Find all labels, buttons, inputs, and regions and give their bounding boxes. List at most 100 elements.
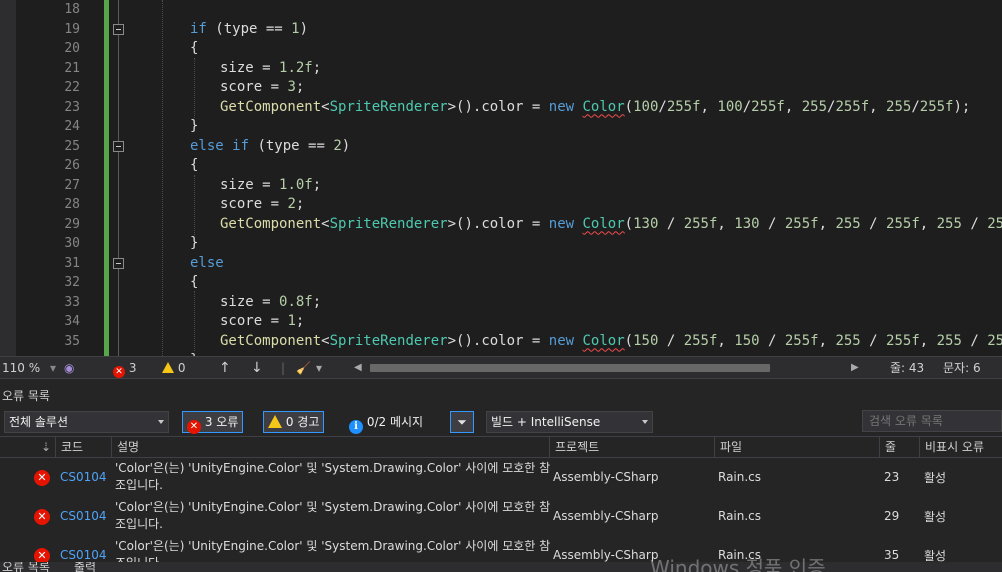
- code-line[interactable]: score = 3;: [220, 78, 304, 97]
- error-suppression-state: 활성: [924, 471, 947, 485]
- column-header-description[interactable]: 설명: [111, 437, 549, 458]
- build-source-dropdown[interactable]: 빌드 + IntelliSense: [486, 411, 653, 433]
- code-token: size =: [220, 176, 280, 193]
- line-number: 30: [64, 236, 80, 251]
- code-token: size =: [220, 293, 280, 310]
- error-row[interactable]: ✕ CS0104 'Color'은(는) 'UnityEngine.Color' 및…: [0, 458, 1002, 497]
- code-line[interactable]: }: [190, 117, 198, 136]
- code-line[interactable]: size = 1.2f;: [220, 59, 321, 78]
- previous-issue-arrow-icon[interactable]: ↑: [219, 357, 231, 379]
- code-token: (: [624, 332, 634, 349]
- error-squiggle-token: Color: [582, 98, 625, 115]
- code-line[interactable]: {: [190, 39, 198, 58]
- sort-column-icon[interactable]: ⇣: [0, 437, 55, 458]
- code-token: ): [299, 20, 309, 37]
- code-cleanup-icon[interactable]: 🧹: [296, 357, 311, 379]
- line-number-gutter: 18 19 20 21 22 23 24 25 26 27 28 29 30 31 32 33 34 35: [16, 0, 82, 356]
- code-token: GetComponent: [220, 332, 322, 349]
- error-count-indicator[interactable]: ✕ 3: [113, 357, 136, 379]
- error-line: 23: [884, 470, 900, 484]
- collapse-toggle-icon[interactable]: [113, 141, 124, 152]
- code-line[interactable]: size = 1.0f;: [220, 176, 321, 195]
- code-token: ,: [818, 215, 836, 232]
- code-token: GetComponent: [220, 98, 322, 115]
- code-line[interactable]: }: [190, 234, 198, 253]
- code-token: >().color =: [447, 98, 549, 115]
- scope-value: 전체 솔루션: [9, 415, 69, 429]
- code-line[interactable]: GetComponent<SpriteRenderer>().color = n…: [220, 332, 1002, 351]
- code-token: ,: [919, 215, 937, 232]
- line-number: 20: [64, 41, 80, 56]
- code-token: ;: [312, 293, 322, 310]
- line-number: 35: [64, 333, 80, 349]
- code-editor[interactable]: 18 19 20 21 22 23 24 25 26 27 28 29 30 31 32 33 34 35 if …: [0, 0, 1002, 356]
- column-header-code[interactable]: 코드: [55, 437, 111, 458]
- error-row[interactable]: ✕ CS0104 'Color'은(는) 'UnityEngine.Color' 및…: [0, 497, 1002, 536]
- code-line[interactable]: if (type == 1): [190, 20, 308, 39]
- code-token: else: [190, 254, 224, 271]
- error-icon: ✕: [34, 470, 50, 486]
- error-code-link[interactable]: CS0104: [60, 548, 107, 562]
- tab-output[interactable]: 출력: [74, 562, 96, 572]
- column-header-line[interactable]: 줄: [879, 437, 919, 458]
- code-token: 255f: [987, 215, 1002, 232]
- error-code-link[interactable]: CS0104: [60, 509, 107, 523]
- collapse-toggle-icon[interactable]: [113, 24, 124, 35]
- column-header-project[interactable]: 프로젝트: [549, 437, 714, 458]
- scroll-left-icon[interactable]: ◀: [354, 357, 362, 379]
- code-text-area[interactable]: if (type == 1){size = 1.2f; score = 3; Get…: [130, 0, 1002, 357]
- code-token: 255: [835, 332, 861, 349]
- code-token: ,: [919, 332, 937, 349]
- code-line[interactable]: score = 1;: [220, 312, 304, 331]
- editor-status-bar: 110 % ▾ ◉ ✕ 3 0 ↑ ↓ | 🧹 ▾ ◀ ▶ 줄: 43 문자: …: [0, 356, 1002, 378]
- code-line[interactable]: else: [190, 254, 224, 273]
- code-line[interactable]: {: [190, 273, 198, 292]
- code-line[interactable]: GetComponent<SpriteRenderer>().color = n…: [220, 215, 1002, 234]
- error-code-link[interactable]: CS0104: [60, 470, 107, 484]
- column-header-suppression[interactable]: 비표시 오류: [919, 437, 1002, 458]
- zoom-level[interactable]: 110 %: [2, 357, 40, 379]
- column-header-file[interactable]: 파일: [714, 437, 879, 458]
- cleanup-dropdown-icon[interactable]: ▾: [316, 357, 322, 379]
- error-row[interactable]: ✕ CS0104 'Color'은(는) 'UnityEngine.Color' 및…: [0, 536, 1002, 562]
- code-line[interactable]: else if (type == 2): [190, 137, 350, 156]
- warnings-filter-button[interactable]: 0 경고: [263, 411, 325, 433]
- code-token: /: [961, 215, 988, 232]
- error-list-rows: ✕ CS0104 'Color'은(는) 'UnityEngine.Color' 및…: [0, 458, 1002, 562]
- intellicode-icon[interactable]: ◉: [64, 357, 74, 379]
- code-token: 1.0f: [279, 176, 313, 193]
- next-issue-arrow-icon[interactable]: ↓: [251, 357, 263, 379]
- code-token: /: [961, 332, 988, 349]
- build-source-value: 빌드 + IntelliSense: [491, 415, 601, 429]
- horizontal-scrollbar[interactable]: [365, 363, 855, 373]
- messages-filter-button[interactable]: i 0/2 메시지: [344, 411, 428, 434]
- scope-dropdown[interactable]: 전체 솔루션: [4, 411, 169, 433]
- tab-error-list[interactable]: 오류 목록: [2, 562, 50, 572]
- search-error-list-input[interactable]: [862, 410, 1002, 432]
- warning-count-indicator[interactable]: 0: [162, 357, 185, 379]
- code-line[interactable]: {: [190, 156, 198, 175]
- code-line[interactable]: GetComponent<SpriteRenderer>().color = n…: [220, 98, 970, 117]
- code-token: <: [321, 98, 330, 115]
- filter-button[interactable]: ⏷: [450, 411, 474, 433]
- code-token: new: [548, 332, 575, 349]
- collapse-toggle-icon[interactable]: [113, 258, 124, 269]
- code-token: SpriteRenderer: [329, 98, 448, 115]
- filter-icon: ⏷: [457, 415, 467, 429]
- code-token: 150: [734, 332, 760, 349]
- line-number: 27: [64, 177, 80, 193]
- code-line[interactable]: score = 2;: [220, 195, 304, 214]
- error-project: Assembly-CSharp: [553, 470, 659, 484]
- code-token: /: [911, 98, 920, 115]
- errors-filter-button[interactable]: ✕ 3 오류: [182, 411, 244, 434]
- code-token: score =: [220, 196, 288, 212]
- line-number: 24: [64, 119, 80, 134]
- code-token: 3: [287, 79, 296, 95]
- scroll-right-icon[interactable]: ▶: [851, 357, 859, 379]
- scrollbar-thumb[interactable]: [370, 364, 770, 372]
- line-number: 32: [64, 275, 80, 290]
- code-line[interactable]: size = 0.8f;: [220, 293, 321, 312]
- zoom-dropdown-icon[interactable]: ▾: [50, 357, 56, 379]
